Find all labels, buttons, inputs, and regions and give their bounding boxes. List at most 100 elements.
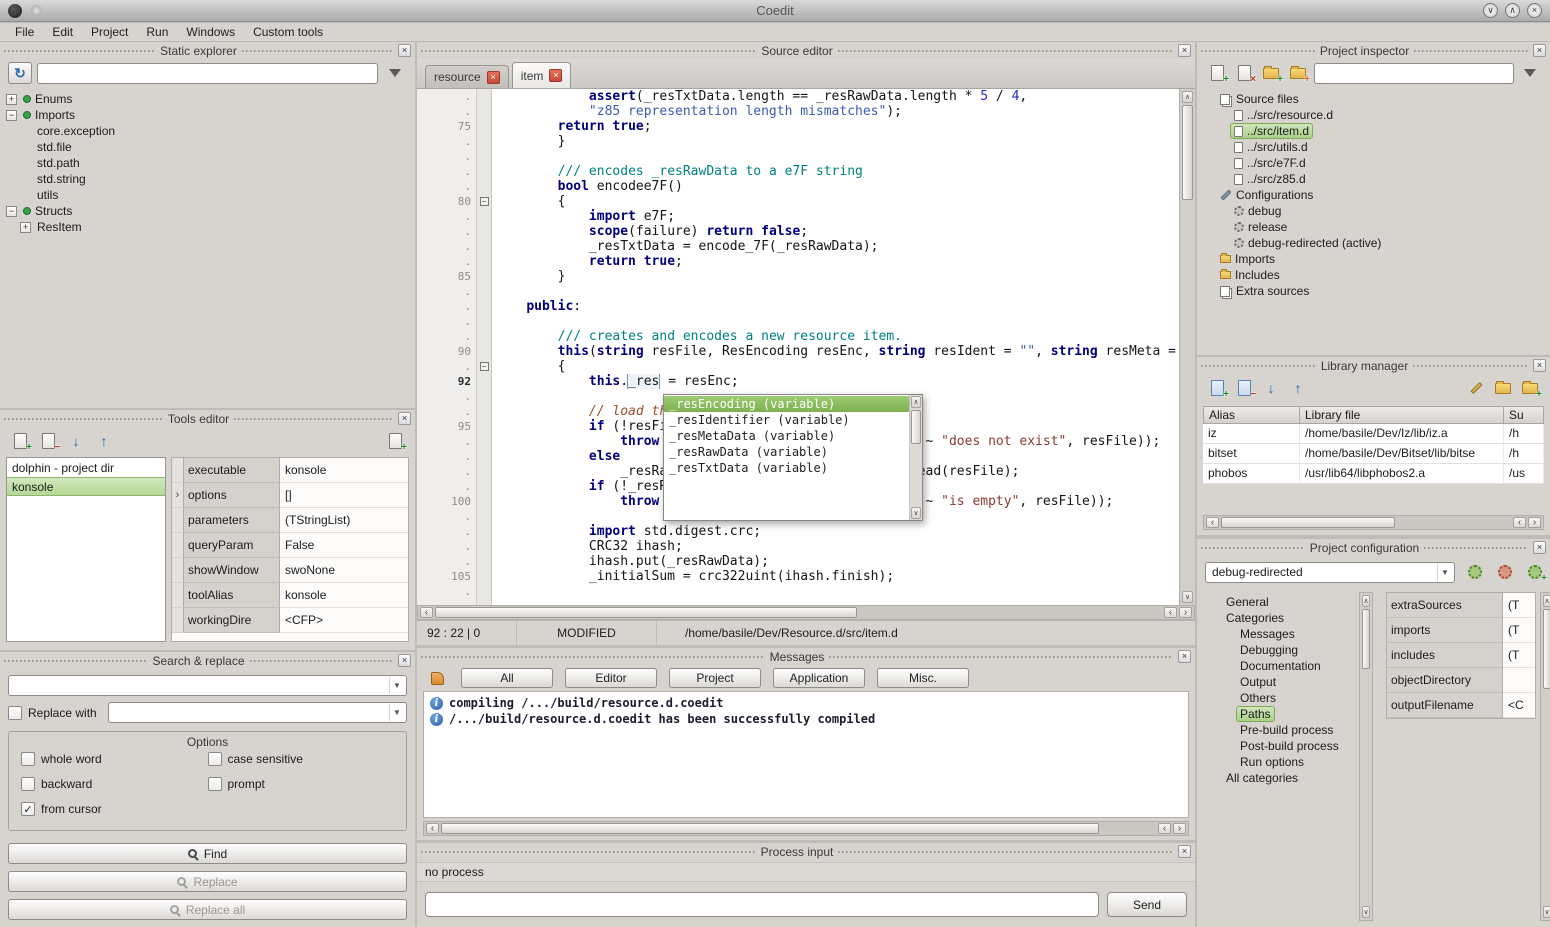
menu-run[interactable]: Run	[139, 24, 175, 40]
code-text[interactable]: this._res = resEnc;	[492, 374, 1179, 389]
scroll-right-icon[interactable]: ›	[1173, 823, 1186, 834]
code-text[interactable]	[492, 149, 1179, 164]
library-cell[interactable]: /h	[1504, 424, 1544, 444]
chevron-down-icon[interactable]: ▼	[389, 677, 404, 694]
code-text[interactable]	[492, 584, 1179, 599]
tree-item-std-file[interactable]: std.file	[2, 139, 413, 155]
message-list[interactable]: icompiling /.../build/resource.d.coediti…	[423, 691, 1189, 818]
editor-vscroll[interactable]: ∧ ∨	[1179, 89, 1195, 605]
edit-library-icon[interactable]	[1464, 377, 1488, 399]
tree-item-others[interactable]: Others	[1205, 690, 1355, 706]
code-text[interactable]: return true;	[492, 254, 1179, 269]
message-row[interactable]: icompiling /.../build/resource.d.coedit	[424, 695, 1188, 711]
close-panel-icon[interactable]: ×	[398, 654, 411, 667]
categories-vscroll-thumb[interactable]	[1362, 609, 1370, 669]
menu-custom-tools[interactable]: Custom tools	[246, 24, 330, 40]
sync-config-icon[interactable]	[1463, 561, 1487, 583]
message-row[interactable]: i/.../build/resource.d.coedit has been s…	[424, 711, 1188, 727]
code-text[interactable]: /// encodes _resRawData to a e7F string	[492, 164, 1179, 179]
move-tool-down-icon[interactable]: ↓	[64, 430, 88, 452]
move-library-down-icon[interactable]: ↓	[1259, 377, 1283, 399]
configuration-combo[interactable]: debug-redirected ▼	[1205, 562, 1455, 583]
messages-hscroll-track[interactable]	[441, 823, 1156, 834]
chevron-down-icon[interactable]: ▼	[1437, 564, 1452, 581]
filter-button[interactable]	[383, 62, 407, 84]
editor-vscroll-thumb[interactable]	[1182, 105, 1193, 200]
scroll-down-icon[interactable]: ∨	[1362, 906, 1370, 918]
send-button[interactable]: Send	[1107, 892, 1187, 917]
editor-vscroll-track[interactable]	[1181, 201, 1194, 590]
open-folder-icon[interactable]: +	[1286, 62, 1310, 84]
code-text[interactable]: import e7F;	[492, 209, 1179, 224]
config-property-value-includes[interactable]: (T	[1503, 643, 1535, 668]
scroll-right-icon[interactable]: ›	[1528, 517, 1541, 528]
library-cell[interactable]: /us	[1504, 464, 1544, 484]
scroll-right-icon[interactable]: ›	[1179, 607, 1192, 618]
add-library-folder-icon[interactable]: +	[1518, 377, 1542, 399]
property-value-showwindow[interactable]: swoNone	[280, 558, 408, 583]
column-header-su[interactable]: Su	[1504, 406, 1544, 424]
code-text[interactable]: return true;	[492, 119, 1179, 134]
tab-close-icon[interactable]: ×	[549, 69, 562, 82]
code-text[interactable]: import std.digest.crc;	[492, 524, 1179, 539]
tab-item[interactable]: item×	[512, 62, 572, 88]
tree-item-all-categories[interactable]: All categories	[1205, 770, 1355, 786]
config-property-value-extrasources[interactable]: (T	[1503, 593, 1535, 618]
chevron-down-icon[interactable]: ▼	[389, 704, 404, 721]
close-panel-icon[interactable]: ×	[1533, 359, 1546, 372]
filter-misc[interactable]: Misc.	[877, 668, 969, 688]
code-text[interactable]: "z85 representation length mismatches");	[492, 104, 1179, 119]
checkbox-case-sensitive[interactable]: case sensitive	[208, 752, 395, 766]
tree-item-enums[interactable]: +Enums	[2, 91, 413, 107]
maximize-window-icon[interactable]: ∧	[1505, 3, 1520, 18]
menu-windows[interactable]: Windows	[179, 24, 242, 40]
code-text[interactable]	[492, 314, 1179, 329]
expander-icon[interactable]: −	[6, 206, 17, 217]
config-vscroll-thumb[interactable]	[1543, 609, 1550, 689]
tree-item-utils[interactable]: utils	[2, 187, 413, 203]
scroll-down-icon[interactable]: ∨	[1182, 591, 1193, 603]
open-library-folder-icon[interactable]	[1491, 377, 1515, 399]
editor-hscroll[interactable]: ‹ ‹ ›	[417, 605, 1195, 620]
config-property-value-outputfilename[interactable]: <C	[1503, 693, 1535, 718]
code-text[interactable]: {	[492, 194, 1179, 209]
config-property-value-objectdirectory[interactable]	[1503, 668, 1535, 693]
new-folder-icon[interactable]: +	[1259, 62, 1283, 84]
checkbox-whole-word[interactable]: whole word	[21, 752, 208, 766]
tree-item-categories[interactable]: Categories	[1205, 610, 1355, 626]
find-button[interactable]: Find	[8, 843, 407, 864]
filter-application[interactable]: Application	[773, 668, 865, 688]
completion-item-resrawdata-variable[interactable]: _resRawData (variable)	[664, 444, 909, 460]
scroll-up-icon[interactable]: ∧	[1543, 595, 1550, 607]
property-value-queryparam[interactable]: False	[280, 533, 408, 558]
replace-button[interactable]: Replace	[8, 871, 407, 892]
code-text[interactable]: ihash.put(_resRawData);	[492, 554, 1179, 569]
tree-item-messages[interactable]: Messages	[1205, 626, 1355, 642]
checkbox-prompt[interactable]: prompt	[208, 777, 395, 791]
editor-hscroll-thumb[interactable]	[435, 607, 857, 618]
tree-item-debug[interactable]: debug	[1199, 203, 1548, 219]
messages-hscroll-thumb[interactable]	[441, 823, 1099, 834]
remove-library-icon[interactable]: −	[1232, 377, 1256, 399]
filter-editor[interactable]: Editor	[565, 668, 657, 688]
clone-tool-icon[interactable]: +	[383, 430, 407, 452]
close-panel-icon[interactable]: ×	[1178, 650, 1191, 663]
tab-resource[interactable]: resource×	[425, 65, 509, 88]
scroll-down-icon[interactable]: ∨	[1543, 906, 1550, 918]
completion-item-residentifier-variable[interactable]: _resIdentifier (variable)	[664, 412, 909, 428]
config-property-value-imports[interactable]: (T	[1503, 618, 1535, 643]
scroll-left-icon[interactable]: ‹	[420, 607, 433, 618]
scroll-up-icon[interactable]: ∧	[1182, 91, 1193, 103]
tree-item-src-z85-d[interactable]: ../src/z85.d	[1199, 171, 1548, 187]
remove-source-icon[interactable]: ×	[1232, 62, 1256, 84]
completion-item-restxtdata-variable[interactable]: _resTxtData (variable)	[664, 460, 909, 476]
column-header-alias[interactable]: Alias	[1203, 406, 1300, 424]
tree-item-std-path[interactable]: std.path	[2, 155, 413, 171]
scroll-up-icon[interactable]: ∧	[1362, 595, 1370, 607]
property-value-options[interactable]: []	[280, 483, 408, 508]
tree-item-resitem[interactable]: +ResItem	[2, 219, 413, 235]
close-panel-icon[interactable]: ×	[398, 412, 411, 425]
messages-hscroll[interactable]: ‹ ‹ ›	[423, 821, 1189, 836]
code-text[interactable]: scope(failure) return false;	[492, 224, 1179, 239]
search-term-combo[interactable]: ▼	[8, 675, 407, 696]
